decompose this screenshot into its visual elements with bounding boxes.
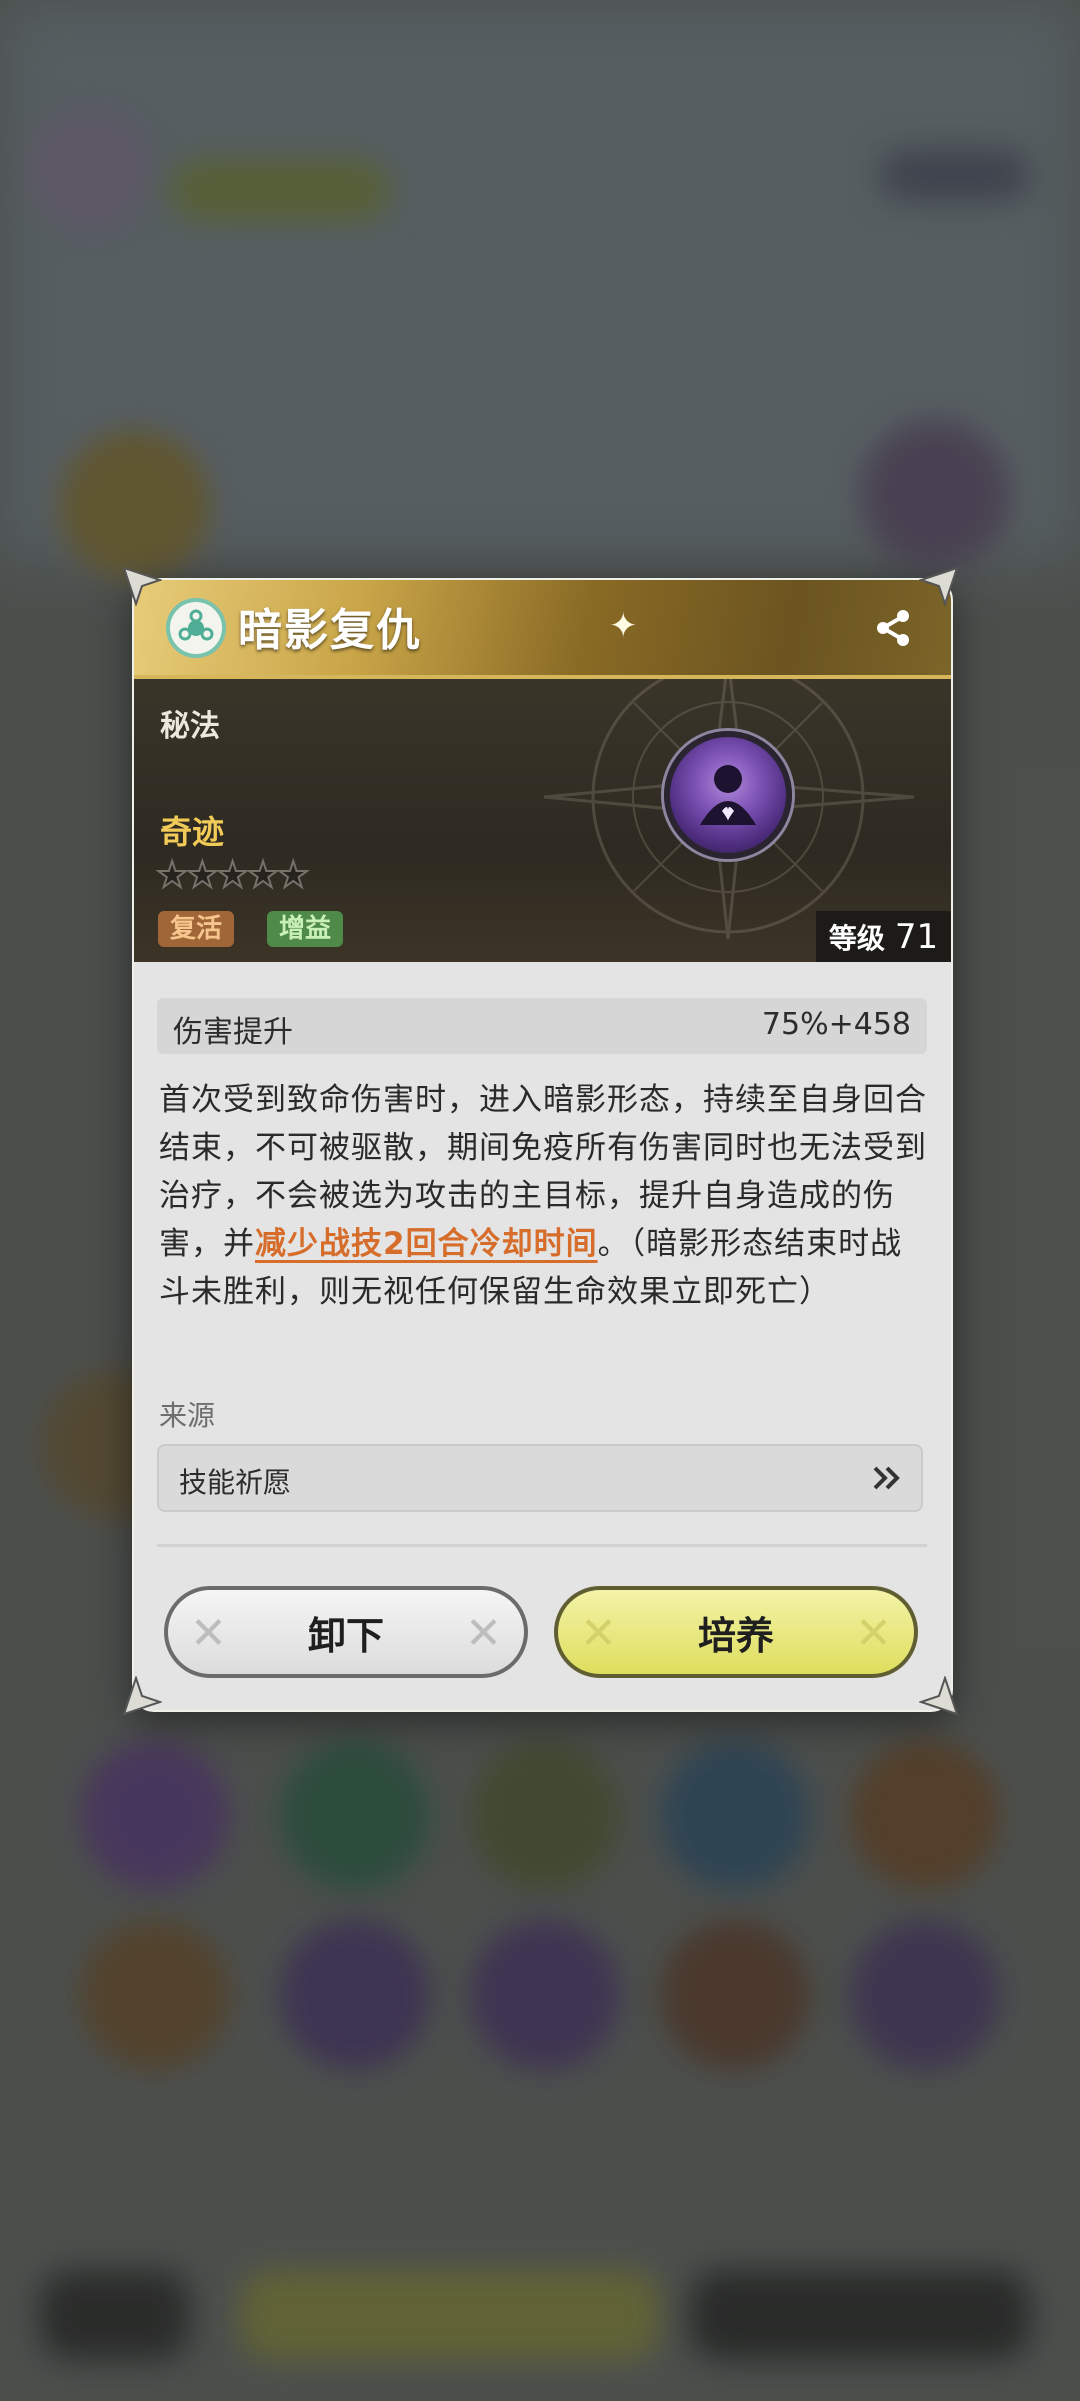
share-icon[interactable] [871, 606, 915, 650]
corner-ornament-icon [122, 1674, 164, 1716]
source-row[interactable]: 技能祈愿 [157, 1444, 923, 1512]
source-value: 技能祈愿 [179, 1466, 292, 1499]
description-highlight-link[interactable]: 减少战技2回合冷却时间 [255, 1226, 598, 1262]
level-badge: 等级 71 [816, 911, 951, 962]
stat-row: 伤害提升 75%+458 [157, 998, 927, 1054]
unequip-button-label: 卸下 [307, 1613, 384, 1658]
dialog-header: 暗影复仇 ✦ [134, 580, 951, 679]
x-decoration-icon: ✕ [580, 1608, 617, 1659]
skill-detail-dialog: 暗影复仇 ✦ 秘法 奇迹 ★★★★★ 复活 增益 等级 71 伤害提升 75%+… [132, 578, 953, 1712]
skill-type-icon [166, 598, 226, 658]
x-decoration-icon: ✕ [855, 1608, 892, 1659]
level-value: 71 [894, 916, 939, 957]
skill-category: 秘法 [160, 709, 220, 744]
double-chevron-right-icon [873, 1466, 900, 1490]
stat-value: 75%+458 [761, 1007, 911, 1042]
corner-ornament-icon [917, 1674, 959, 1716]
train-button[interactable]: ✕ 培养 ✕ [554, 1586, 918, 1678]
corner-ornament-icon [122, 566, 164, 608]
skill-emblem-icon [664, 731, 792, 859]
sparkle-icon: ✦ [609, 606, 638, 646]
x-decoration-icon: ✕ [190, 1608, 227, 1659]
unequip-button[interactable]: ✕ 卸下 ✕ [164, 1586, 528, 1678]
divider [157, 1544, 927, 1547]
train-button-label: 培养 [697, 1613, 774, 1658]
tag-revive: 复活 [158, 911, 235, 947]
stat-name: 伤害提升 [173, 1015, 293, 1050]
source-label: 来源 [159, 1399, 216, 1432]
level-label: 等级 [828, 921, 885, 955]
star-rating: ★★★★★ [155, 854, 310, 897]
corner-ornament-icon [917, 566, 959, 608]
tag-buff: 增益 [267, 911, 344, 947]
skill-description: 首次受到致命伤害时，进入暗影形态，持续至自身回合结束，不可被驱散，期间免疫所有伤… [159, 1076, 929, 1316]
skill-title: 暗影复仇 [238, 605, 422, 656]
skill-rarity: 奇迹 [160, 813, 225, 851]
skill-info-panel: 秘法 奇迹 ★★★★★ 复活 增益 等级 71 [134, 679, 951, 962]
x-decoration-icon: ✕ [465, 1608, 502, 1659]
